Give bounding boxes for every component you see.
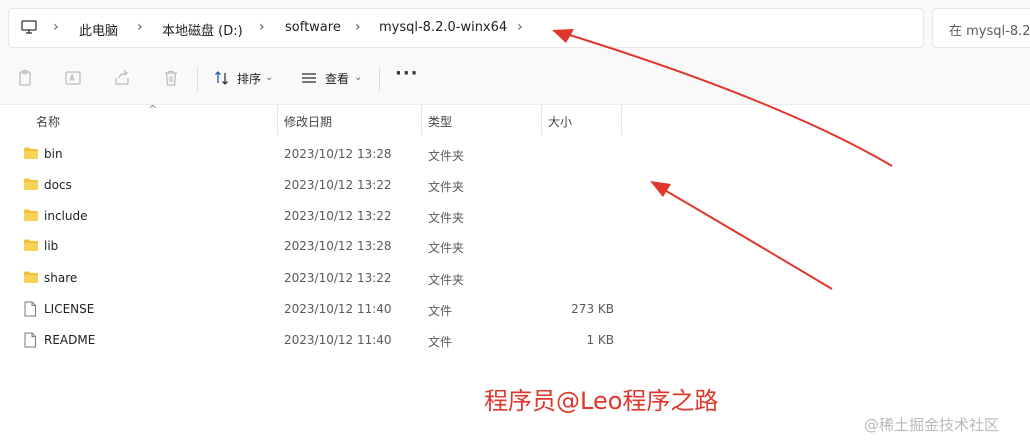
author-watermark: 程序员@Leo程序之路 bbox=[484, 387, 719, 415]
arrow-to-address-bar bbox=[552, 29, 893, 167]
site-watermark: @稀土掘金技术社区 bbox=[864, 416, 1000, 434]
annotation-arrows bbox=[552, 29, 893, 290]
arrow-to-file-list bbox=[650, 181, 833, 290]
